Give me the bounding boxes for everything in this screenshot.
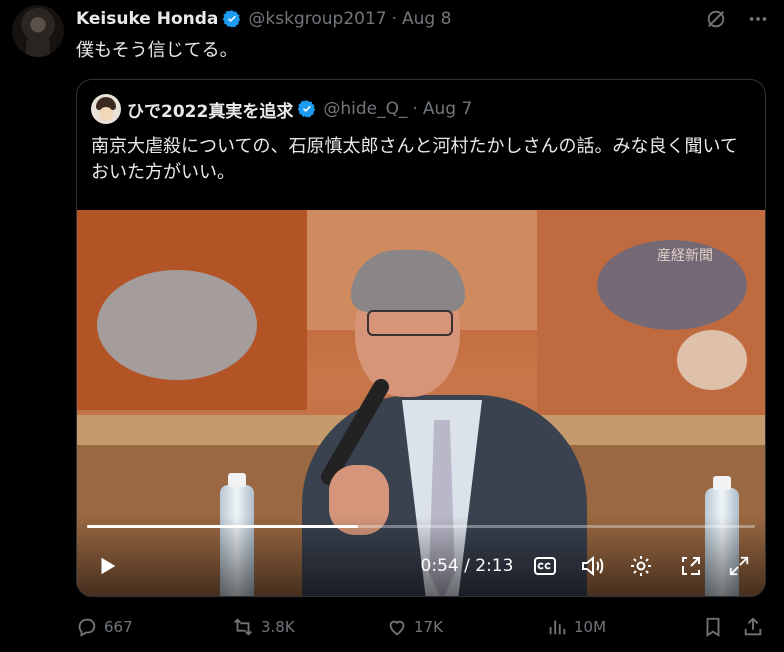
volume-icon [582, 555, 604, 577]
quoted-handle[interactable]: @hide_Q_ [323, 99, 407, 119]
heart-icon [389, 620, 405, 636]
tweet-date[interactable]: Aug 8 [402, 9, 451, 29]
repost-count: 3.8K [261, 618, 295, 636]
grok-icon[interactable] [704, 7, 728, 31]
reply-icon [78, 618, 96, 637]
picture-in-picture-button[interactable] [673, 546, 709, 586]
captions-icon [534, 557, 556, 575]
quoted-tweet[interactable]: ひで2022真実を追求 @hide_Q_ · Aug 7 南京大虐殺についての、… [76, 79, 766, 597]
like-count: 17K [414, 618, 443, 636]
picture-in-picture-icon [682, 557, 700, 575]
tweet-text: 僕もそう信じてる。 [76, 40, 238, 61]
quoted-avatar[interactable] [91, 94, 121, 124]
header-actions [704, 6, 770, 32]
video-progress-fill [87, 525, 358, 528]
quoted-header: ひで2022真実を追求 @hide_Q_ · Aug 7 [91, 94, 472, 124]
verified-badge-icon[interactable] [222, 9, 242, 29]
play-button[interactable] [87, 546, 127, 586]
video-player[interactable]: 産経新聞 0:54 / 2:13 [77, 210, 765, 596]
tweet-avatar[interactable] [12, 5, 64, 57]
bookmark-icon [706, 617, 720, 637]
volume-button[interactable] [575, 546, 611, 586]
video-controls: 0:54 / 2:13 [77, 546, 765, 586]
settings-button[interactable] [623, 546, 659, 586]
like-button[interactable]: 17K [386, 612, 443, 642]
fullscreen-button[interactable] [721, 546, 757, 586]
reply-button[interactable]: 667 [76, 612, 133, 642]
analytics-icon [549, 620, 566, 635]
play-icon [101, 557, 116, 575]
share-icon [744, 617, 762, 636]
video-time: 0:54 / 2:13 [420, 556, 514, 576]
quoted-separator-dot: · [412, 99, 418, 119]
video-progress-bar[interactable] [87, 525, 755, 528]
tweet-actions: 667 3.8K 17K 10M [76, 612, 776, 642]
video-frame-shape [677, 330, 747, 390]
author-name[interactable]: Keisuke Honda [76, 9, 218, 29]
repost-button[interactable]: 3.8K [231, 612, 295, 642]
share-button[interactable] [742, 612, 764, 642]
quoted-date[interactable]: Aug 7 [423, 99, 472, 119]
views-button[interactable]: 10M [546, 612, 606, 642]
quoted-author-name[interactable]: ひで2022真実を追求 [127, 97, 293, 122]
captions-button[interactable] [529, 546, 561, 586]
video-frame-hair [351, 250, 465, 312]
view-count: 10M [574, 618, 607, 636]
video-frame-shape [97, 270, 257, 380]
gear-icon [631, 556, 651, 576]
quoted-text: 南京大虐殺についての、石原慎太郎さんと河村たかしさんの話。みな良く聞いておいた方… [91, 136, 738, 183]
reply-count: 667 [104, 618, 133, 636]
quoted-verified-badge-icon [297, 99, 317, 119]
separator-dot: · [391, 9, 397, 29]
fullscreen-icon [729, 556, 749, 576]
video-frame-glasses [367, 310, 453, 336]
repost-icon [234, 618, 252, 636]
tweet-header: Keisuke Honda @kskgroup2017 · Aug 8 [76, 6, 784, 32]
author-handle[interactable]: @kskgroup2017 [248, 9, 386, 29]
more-options-icon[interactable] [746, 7, 770, 31]
video-watermark: 産経新聞 [657, 248, 713, 264]
bookmark-button[interactable] [702, 612, 724, 642]
